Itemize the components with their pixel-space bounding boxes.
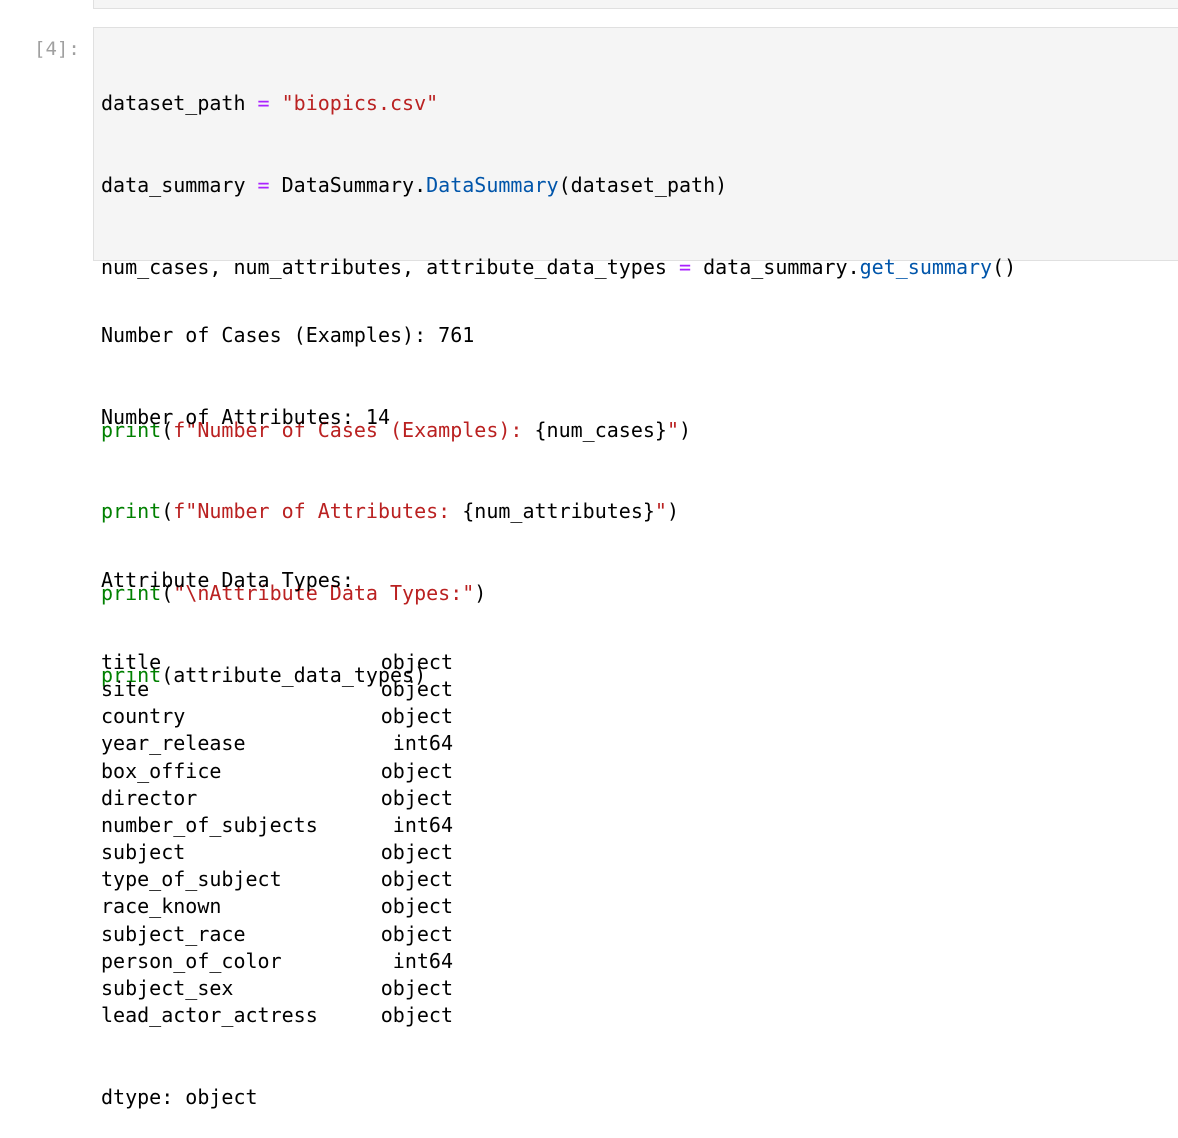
dtype-row: title object [101,649,474,676]
code-token: data_summary [101,173,246,197]
dtype-attribute-name: director [101,785,198,810]
dtype-row: number_of_subjects int64 [101,812,474,839]
code-token: get_summary [859,254,993,279]
code-token: {num_cases} [534,417,667,442]
dtype-attribute-name: subject [101,840,186,865]
output-blank-line [101,486,474,513]
output-dtype-footer: dtype: object [101,1084,258,1109]
dtype-attribute-name: subject_sex [101,976,234,1001]
code-token: {num_attributes} [462,499,655,524]
code-token: ) [474,580,487,605]
code-token: DataSummary [426,173,559,197]
dtype-attribute-type: object [380,976,453,1001]
dtype-attribute-type: object [380,1003,453,1028]
dtype-list: title object site object country object year_r… [101,649,474,1030]
dtype-attribute-name: type_of_subject [101,867,282,892]
dtype-attribute-type: object [380,840,453,865]
output-cases-line: Number of Cases (Examples): 761 [101,323,475,348]
dtype-attribute-type: object [380,704,453,729]
dtype-attribute-name: number_of_subjects [101,812,318,837]
code-token: () [992,254,1017,279]
output-attributes-line: Number of Attributes: 14 [101,405,390,429]
dtype-attribute-type: int64 [392,948,453,973]
code-line: data_summary = DataSummary.DataSummary(d… [101,172,1016,199]
dtype-attribute-type: object [380,867,453,892]
code-token: "biopics.csv" [281,91,439,116]
dtype-attribute-type: int64 [392,812,453,837]
code-token: data_summary. [703,254,860,279]
code-token: " [654,499,667,524]
dtype-attribute-name: lead_actor_actress [101,1003,318,1028]
previous-cell-input[interactable] [93,0,1178,9]
dtype-row: year_release int64 [101,730,474,757]
dtype-attribute-name: person_of_color [101,948,282,973]
dtype-attribute-type: object [380,649,453,674]
dtype-attribute-name: title [101,649,162,674]
dtype-attribute-type: object [380,676,453,701]
dtype-attribute-type: object [380,758,453,783]
dtype-attribute-name: race_known [101,894,222,919]
dtype-attribute-type: object [380,894,453,919]
dtype-row: race_known object [101,893,474,920]
code-token: (dataset_path) [558,173,728,197]
code-token: = [257,91,270,116]
dtype-attribute-name: subject_race [101,921,246,946]
dtype-row: director object [101,785,474,812]
code-token: DataSummary. [281,173,427,197]
code-token: = [257,173,270,197]
code-token: " [666,417,679,442]
dtype-attribute-name: country [101,704,186,729]
code-cell-input[interactable]: dataset_path = "biopics.csv" data_summar… [93,27,1178,687]
cell-output: Number of Cases (Examples): 761 Number o… [101,268,474,1138]
output-types-header: Attribute Data Types: [101,568,354,593]
dtype-row: box_office object [101,758,474,785]
dtype-row: country object [101,703,474,730]
dtype-attribute-type: object [380,921,453,946]
dtype-row: type_of_subject object [101,866,474,893]
code-token: = [678,254,692,279]
dtype-attribute-type: object [380,785,453,810]
dtype-attribute-name: year_release [101,731,246,756]
dtype-row: site object [101,676,474,703]
dtype-row: person_of_color int64 [101,948,474,975]
code-token: ) [666,499,679,524]
dtype-row: subject object [101,839,474,866]
code-token: dataset_path [101,91,246,116]
code-token: ) [679,417,692,442]
dtype-attribute-name: site [101,676,150,701]
code-line: dataset_path = "biopics.csv" [101,90,1016,117]
dtype-row: subject_race object [101,921,474,948]
dtype-attribute-type: int64 [392,731,453,756]
dtype-row: lead_actor_actress object [101,1002,474,1029]
cell-prompt: [4]: [34,38,80,60]
dtype-attribute-name: box_office [101,758,222,783]
dtype-row: subject_sex object [101,975,474,1002]
